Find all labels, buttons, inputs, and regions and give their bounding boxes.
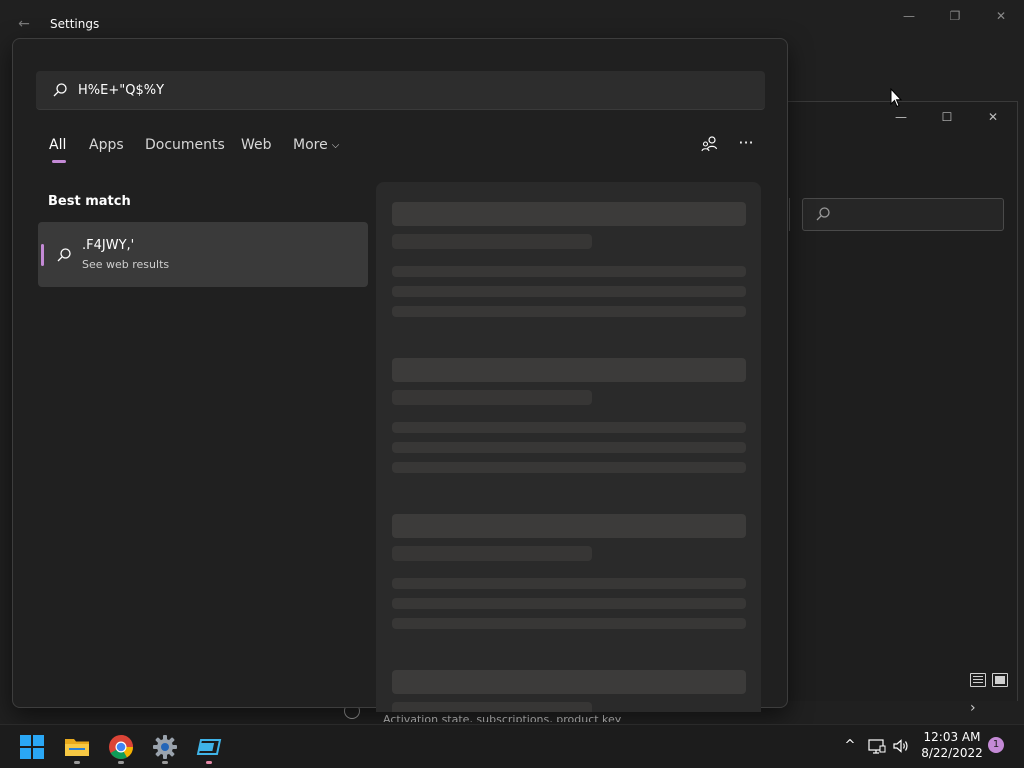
running-indicator [206,761,212,764]
search-box[interactable] [36,71,765,110]
tab-apps-label: Apps [89,137,124,153]
minimize-button[interactable]: — [894,6,924,26]
secondary-window: — ☐ ✕ [786,101,1018,701]
selection-accent [41,244,44,266]
more-options-button[interactable]: ··· [735,133,757,153]
tab-more[interactable]: More ⌵ [293,137,339,153]
active-tab-indicator [52,160,66,163]
running-indicator [118,761,124,764]
volume-icon[interactable] [892,737,910,755]
search-icon [57,248,71,262]
skeleton-line [392,442,746,453]
large-icons-view-icon[interactable] [992,673,1008,687]
search-input[interactable] [78,79,738,101]
skeleton-block [392,390,592,405]
virtual-machine-icon[interactable] [196,734,222,760]
taskbar: ^ 12:03 AM 8/22/2022 1 [0,724,1024,768]
tab-more-label: More [293,137,328,153]
result-title: .F4JWY,' [82,238,135,253]
close-button[interactable]: ✕ [986,6,1016,26]
skeleton-block [392,702,592,712]
start-icon[interactable] [19,734,45,760]
secondary-titlebar: — ☐ ✕ [786,102,1018,132]
people-icon[interactable] [701,135,719,153]
skeleton-line [392,266,746,277]
file-explorer-icon[interactable] [64,734,90,760]
details-view-icon[interactable] [970,673,986,687]
show-hidden-icons-button[interactable]: ^ [841,737,859,755]
settings-titlebar: ← Settings — ❐ ✕ [0,0,1024,40]
settings-icon[interactable] [152,734,178,760]
network-icon[interactable] [868,737,886,755]
skeleton-line [392,618,746,629]
back-button[interactable]: ← [14,14,34,34]
secondary-close-button[interactable]: ✕ [980,107,1006,127]
secondary-search-input[interactable] [802,198,1004,231]
notification-badge[interactable]: 1 [988,737,1004,753]
running-indicator [74,761,80,764]
tab-all[interactable]: All [49,137,67,163]
tab-all-label: All [49,137,67,153]
clock-time[interactable]: 12:03 AM [920,730,984,744]
best-match-result[interactable]: .F4JWY,' See web results [38,222,368,287]
clock-date[interactable]: 8/22/2022 [920,746,984,760]
search-icon [816,207,830,221]
window-title: Settings [50,17,100,31]
preview-pane-loading [376,182,761,712]
result-subtitle: See web results [82,258,170,271]
tab-web[interactable]: Web [241,137,272,153]
running-indicator [162,761,168,764]
skeleton-line [392,462,746,473]
best-match-heading: Best match [48,194,131,209]
chevron-right-icon: › [970,700,976,716]
skeleton-block [392,546,592,561]
skeleton-line [392,286,746,297]
skeleton-block [392,358,746,382]
chevron-down-icon: ⌵ [331,140,340,151]
mouse-cursor-icon [890,88,902,108]
skeleton-block [392,234,592,249]
secondary-maximize-button[interactable]: ☐ [934,107,960,127]
search-flyout: All Apps Documents Web More⌵ ··· Best ma… [12,38,788,712]
tab-web-label: Web [241,137,272,153]
secondary-minimize-button[interactable]: — [888,107,914,127]
skeleton-block [392,670,746,694]
tab-documents-label: Documents [145,137,225,153]
skeleton-block [392,514,746,538]
activation-row-label: Activation state, subscriptions, product… [383,714,622,722]
skeleton-block [392,202,746,226]
restore-button[interactable]: ❐ [940,6,970,26]
search-icon [53,83,67,97]
chrome-icon[interactable] [108,734,134,760]
skeleton-line [392,306,746,317]
tab-apps[interactable]: Apps [89,137,124,153]
skeleton-line [392,422,746,433]
skeleton-line [392,578,746,589]
skeleton-line [392,598,746,609]
tab-documents[interactable]: Documents [145,137,225,153]
